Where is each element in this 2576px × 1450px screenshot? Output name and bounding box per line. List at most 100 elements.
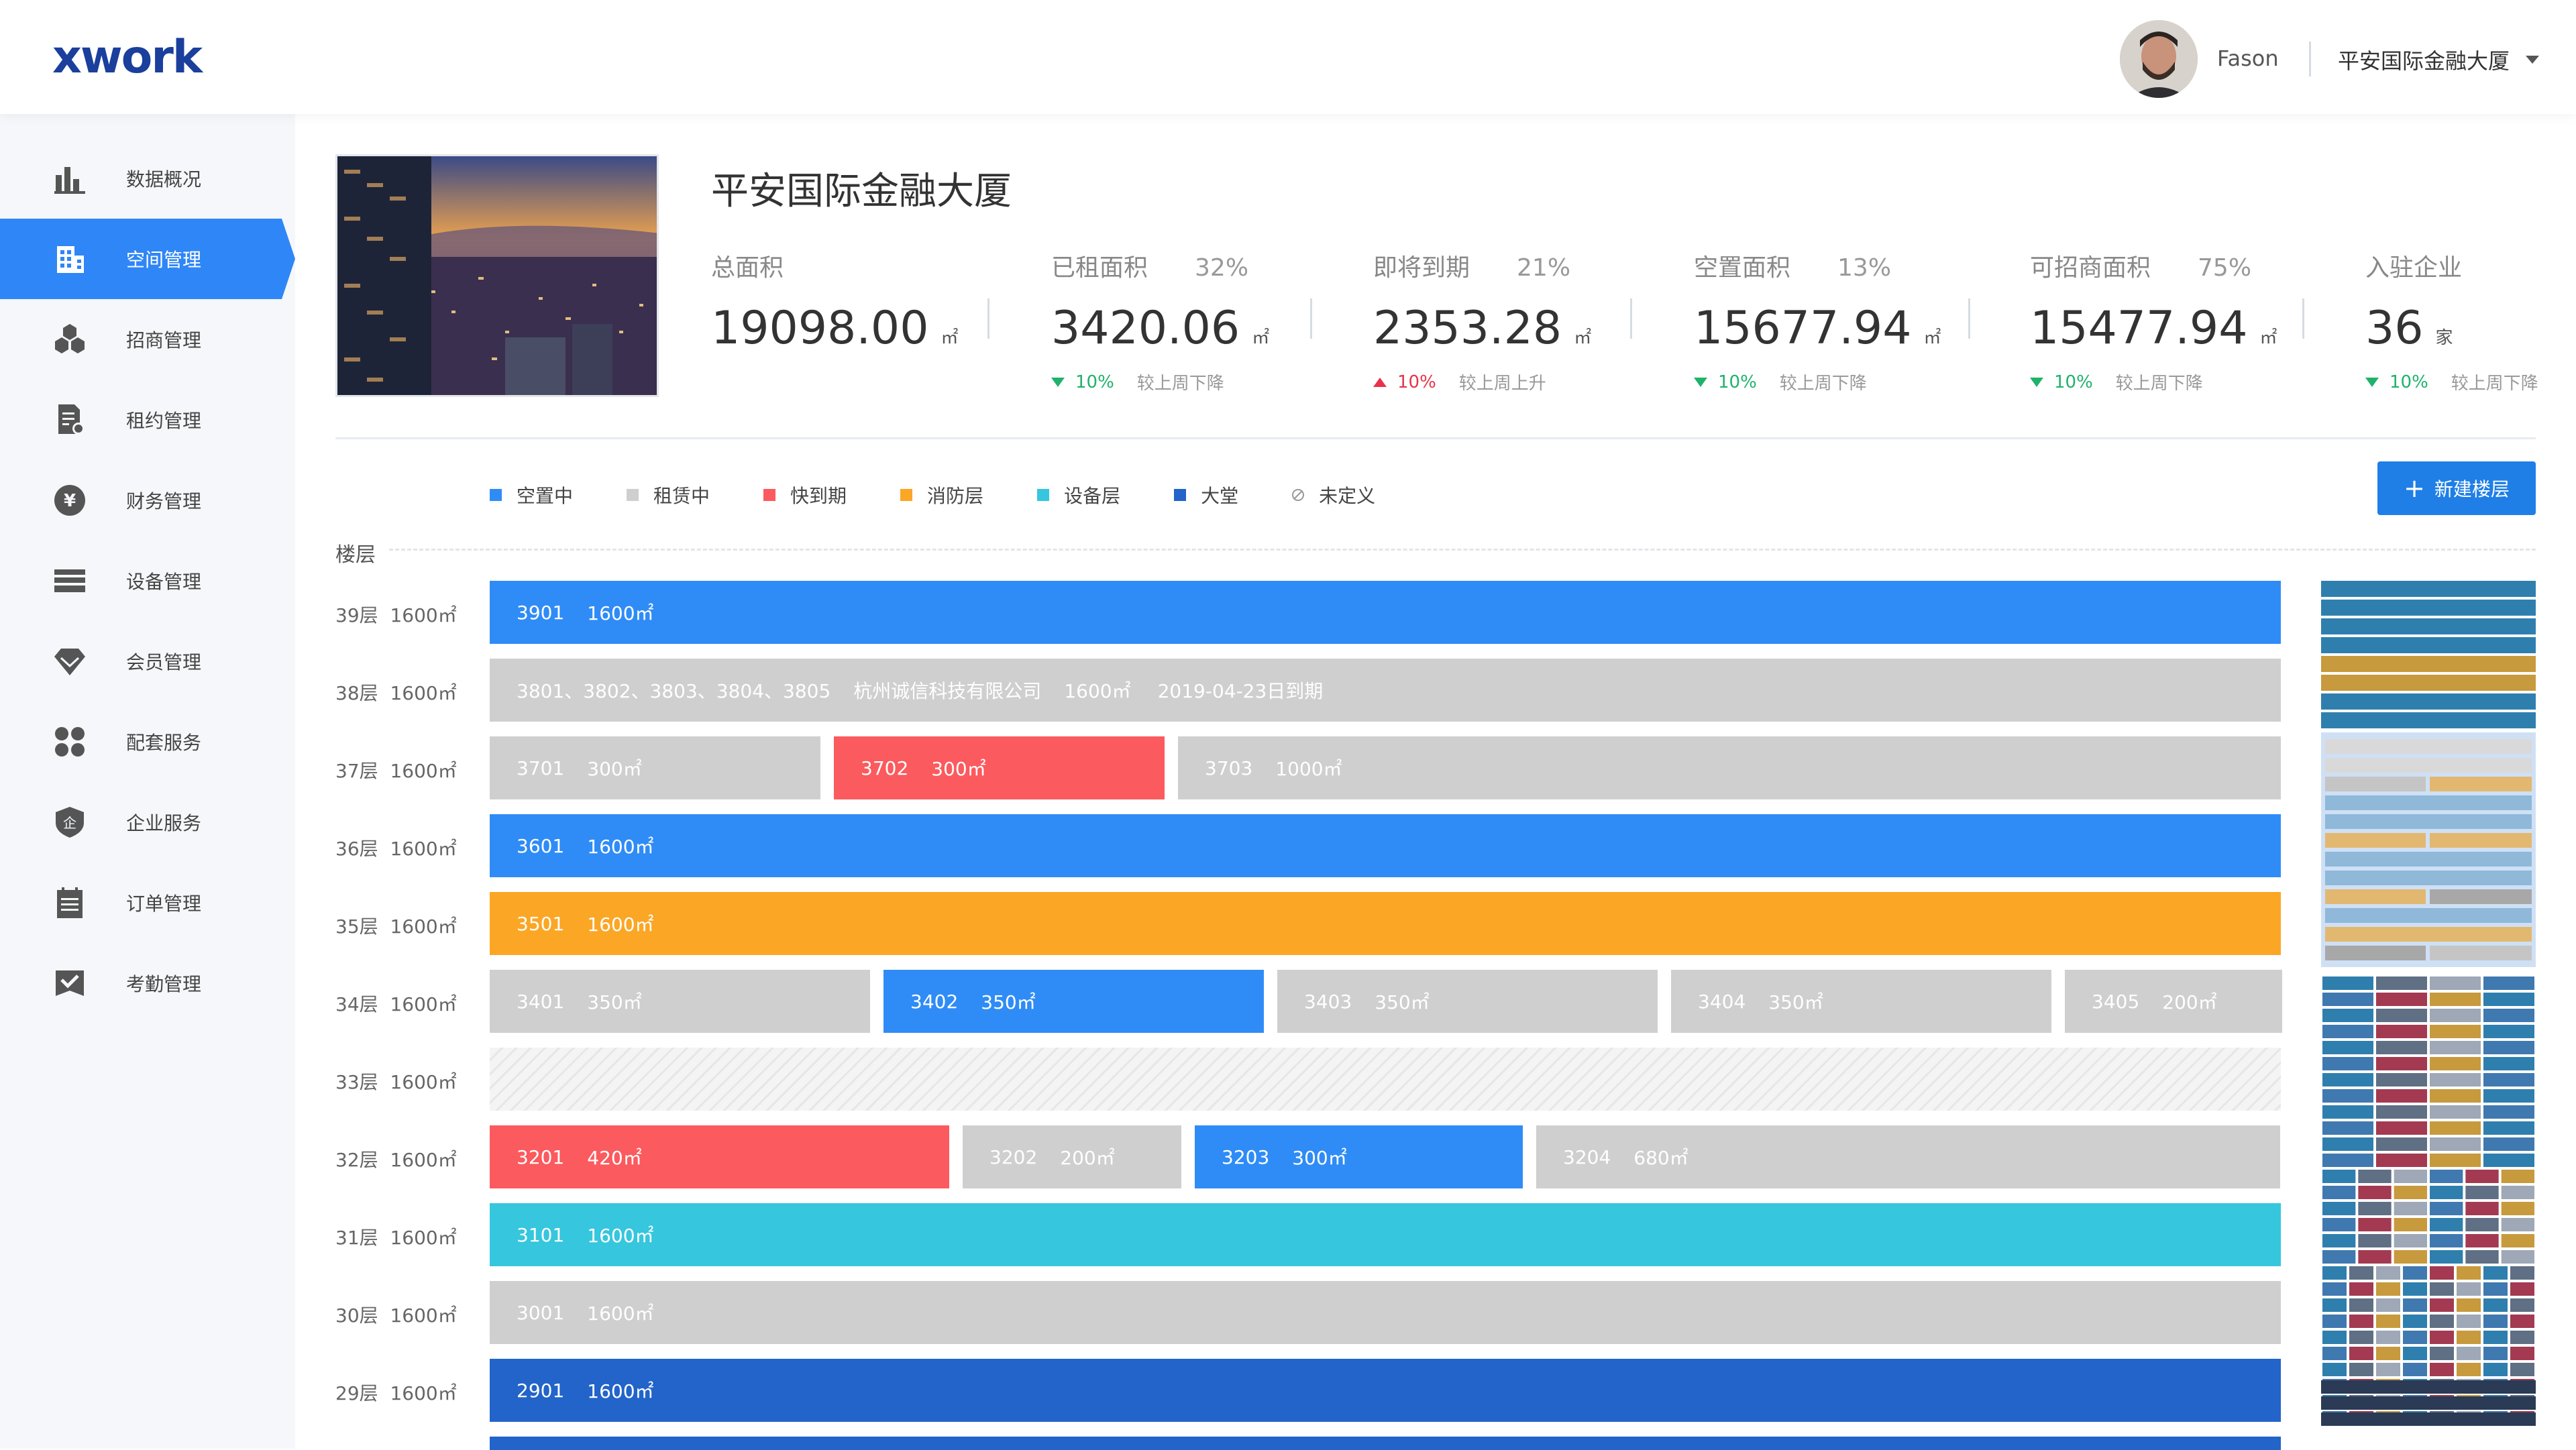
minimap-cell xyxy=(2325,795,2532,810)
room-area: 1600㎡ xyxy=(587,836,654,858)
floor-row: 33层 1600㎡ xyxy=(0,1048,2281,1111)
room-unit[interactable]: 3501 1600㎡ xyxy=(490,892,2281,955)
floor-label: 31层 1600㎡ xyxy=(335,1223,457,1250)
room-unit[interactable]: 3403 350㎡ xyxy=(1277,970,1658,1033)
minimap-cell xyxy=(2465,1170,2499,1183)
sidebar-item-label: 租约管理 xyxy=(126,410,202,432)
room-unit[interactable]: 3601 1600㎡ xyxy=(490,814,2281,877)
sidebar-item-label: 空间管理 xyxy=(126,249,202,271)
trend-down-icon xyxy=(2365,377,2379,387)
room-number: 3202 xyxy=(989,1146,1038,1168)
user-name[interactable]: Fason xyxy=(2217,46,2279,71)
minimap-cell xyxy=(2483,1282,2508,1296)
room-unit[interactable]: 3701 300㎡ xyxy=(490,736,820,799)
sidebar-item-0[interactable]: 数据概况 xyxy=(0,138,295,219)
legend-swatch xyxy=(1037,489,1050,501)
minimap-cell xyxy=(2430,1250,2463,1264)
minimap-cell xyxy=(2358,1202,2392,1215)
room-unit[interactable]: 3901 1600㎡ xyxy=(490,581,2281,644)
sidebar-item-2[interactable]: 招商管理 xyxy=(0,299,295,380)
minimap-cell xyxy=(2321,1396,2536,1410)
legend-label: 消防层 xyxy=(927,485,984,507)
minimap-cell xyxy=(2376,1315,2400,1328)
minimap-cell xyxy=(2322,1009,2373,1022)
user-avatar[interactable] xyxy=(2120,20,2198,98)
minimap-cell xyxy=(2376,1363,2400,1376)
stat-label: 总面积 xyxy=(711,254,784,282)
floor-label: 39层 1600㎡ xyxy=(335,601,457,628)
legend-item[interactable]: 大堂 xyxy=(1174,482,1238,508)
sidebar-item-label: 数据概况 xyxy=(126,168,202,190)
room-area: 1600㎡ xyxy=(587,1302,654,1325)
room-unit[interactable]: 3203 300㎡ xyxy=(1195,1125,1523,1188)
room-area: 1600㎡ xyxy=(587,1380,654,1402)
minimap-cell xyxy=(2430,1025,2481,1038)
legend-item[interactable]: 未定义 xyxy=(1292,482,1375,508)
minimap-cell xyxy=(2394,1170,2427,1183)
room-unit[interactable]: 3702 300㎡ xyxy=(834,736,1165,799)
floor-column-header: 楼层 xyxy=(335,543,376,567)
room-unit[interactable]: 3202 200㎡ xyxy=(963,1125,1181,1188)
room-unit[interactable]: 3201 420㎡ xyxy=(490,1125,949,1188)
minimap-cell xyxy=(2322,1218,2356,1231)
minimap-cell xyxy=(2349,1282,2373,1296)
room-unit[interactable]: 3404 350㎡ xyxy=(1671,970,2051,1033)
minimap-cell xyxy=(2376,1266,2400,1280)
legend-item[interactable]: 租赁中 xyxy=(627,482,710,508)
room-unit[interactable] xyxy=(490,1437,2281,1450)
room-unit[interactable]: 3001 1600㎡ xyxy=(490,1281,2281,1344)
stat-divider xyxy=(987,298,989,339)
minimap-cell xyxy=(2358,1218,2392,1231)
sidebar-item-4[interactable]: ¥ 财务管理 xyxy=(0,460,295,541)
minimap-cell xyxy=(2321,581,2536,597)
floor-area: 1600㎡ xyxy=(390,1227,457,1249)
floor-label: 36层 1600㎡ xyxy=(335,834,457,861)
room-unit[interactable]: 3401 350㎡ xyxy=(490,970,870,1033)
status-legend: 空置中 租赁中 快到期 消防层 设备层 大堂 未定义 xyxy=(490,482,1429,508)
building-minimap[interactable] xyxy=(2321,581,2536,1426)
room-unit[interactable] xyxy=(490,1048,2281,1111)
room-area: 1000㎡ xyxy=(1275,758,1342,780)
minimap-cell xyxy=(2403,1347,2427,1360)
legend-item[interactable]: 快到期 xyxy=(763,482,847,508)
app-logo[interactable]: xwork xyxy=(52,31,203,84)
minimap-cell xyxy=(2376,977,2427,990)
room-number: 3703 xyxy=(1205,757,1253,779)
minimap-cell xyxy=(2430,1282,2454,1296)
minimap-cell xyxy=(2358,1186,2392,1199)
minimap-cell xyxy=(2483,1154,2534,1167)
room-unit[interactable]: 3703 1000㎡ xyxy=(1178,736,2281,799)
legend-item[interactable]: 设备层 xyxy=(1037,482,1120,508)
room-unit[interactable]: 2901 1600㎡ xyxy=(490,1359,2281,1422)
building-selector[interactable]: 平安国际金融大厦 xyxy=(2338,44,2540,75)
stat-card: 总面积 19098.00 ㎡ xyxy=(711,248,958,355)
room-unit[interactable]: 3204 680㎡ xyxy=(1536,1125,2280,1188)
minimap-cell xyxy=(2501,1186,2534,1199)
minimap-cell xyxy=(2394,1250,2427,1264)
minimap-cell xyxy=(2349,1331,2373,1344)
new-floor-button[interactable]: + 新建楼层 xyxy=(2377,461,2536,515)
room-area: 200㎡ xyxy=(2162,991,2217,1013)
room-area: 200㎡ xyxy=(1060,1147,1115,1169)
stat-trend: 10% 较上周下降 xyxy=(2030,370,2277,394)
room-unit[interactable]: 3801、3802、3803、3804、3805 杭州诚信科技有限公司 1600㎡ 2… xyxy=(490,659,2281,722)
legend-item[interactable]: 消防层 xyxy=(900,482,983,508)
room-area: 350㎡ xyxy=(587,991,642,1013)
minimap-cell xyxy=(2510,1298,2534,1312)
floor-area: 1600㎡ xyxy=(390,1149,457,1171)
minimap-cell xyxy=(2358,1170,2392,1183)
room-unit[interactable]: 3101 1600㎡ xyxy=(490,1203,2281,1266)
summary-divider xyxy=(335,437,2536,439)
stat-value: 15477.94 xyxy=(2030,302,2248,355)
sidebar-item-3[interactable]: 租约管理 xyxy=(0,380,295,460)
floor-area: 1600㎡ xyxy=(390,604,457,626)
legend-label: 未定义 xyxy=(1319,485,1376,507)
minimap-cell xyxy=(2483,1266,2508,1280)
chevron-down-icon xyxy=(2526,56,2540,64)
room-unit[interactable]: 3402 350㎡ xyxy=(883,970,1264,1033)
stat-value: 2353.28 xyxy=(1373,302,1562,355)
room-unit[interactable]: 3405 200㎡ xyxy=(2065,970,2282,1033)
sidebar-item-1[interactable]: 空间管理 xyxy=(0,219,295,299)
legend-item[interactable]: 空置中 xyxy=(490,482,573,508)
stat-divider xyxy=(1630,298,1632,339)
